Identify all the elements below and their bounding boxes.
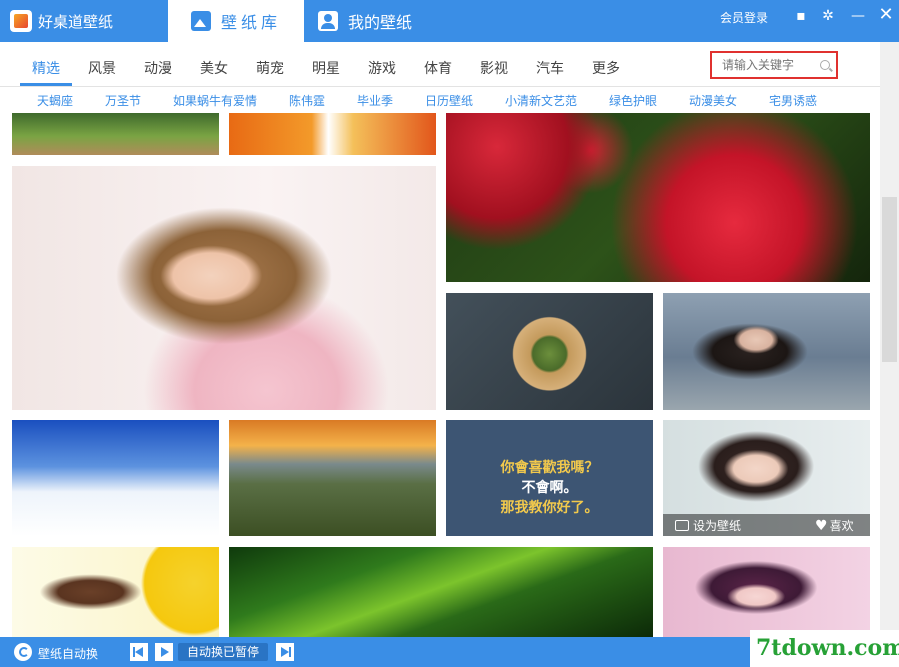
search-input[interactable]	[722, 53, 822, 77]
wallpaper-thumbnail-anime-girl[interactable]	[663, 547, 870, 637]
app-title: 好桌道壁纸	[38, 12, 114, 31]
tag-link[interactable]: 万圣节	[105, 92, 141, 109]
tag-link[interactable]: 动漫美女	[689, 92, 737, 109]
next-icon[interactable]	[276, 643, 294, 661]
tab-label: 壁纸库	[220, 13, 281, 32]
previous-icon[interactable]	[130, 643, 148, 661]
category-featured[interactable]: 精选	[32, 58, 60, 78]
picture-icon	[190, 11, 211, 31]
gear-icon[interactable]: ✲	[820, 8, 836, 24]
logo-icon	[10, 10, 32, 32]
watermark-text: 7tdown.com	[756, 635, 899, 661]
picture-icon	[675, 520, 689, 531]
wallpaper-thumbnail-orange-cartoon[interactable]	[229, 113, 436, 155]
tag-link[interactable]: 日历壁纸	[425, 92, 473, 109]
wallpaper-thumbnail-quote[interactable]: 你會喜歡我嗎？ 不會啊。 那我教你好了。	[446, 420, 653, 536]
category-film[interactable]: 影视	[480, 58, 508, 78]
wallpaper-thumbnail-mountain-sunset[interactable]	[229, 420, 436, 536]
wallpaper-thumbnail-red-flowers[interactable]	[446, 113, 870, 282]
auto-change-icon[interactable]	[14, 643, 32, 661]
wallpaper-thumbnail-anime-lemons[interactable]	[12, 547, 219, 637]
tab-wallpaper-library[interactable]: 壁纸库	[168, 0, 304, 42]
heart-icon: ♥	[815, 518, 828, 534]
category-games[interactable]: 游戏	[368, 58, 396, 78]
wallpaper-thumbnail-food-plate[interactable]	[446, 293, 653, 410]
category-beauty[interactable]: 美女	[200, 58, 228, 78]
quote-line: 不會啊。	[521, 480, 578, 496]
wallpaper-thumbnail-beach-girl[interactable]	[663, 293, 870, 410]
wallpaper-grid: 你會喜歡我嗎？ 不會啊。 那我教你好了。 设为壁纸 ♥ 喜欢	[0, 113, 880, 637]
quote-text: 你會喜歡我嗎？ 不會啊。 那我教你好了。	[446, 458, 653, 518]
tag-link[interactable]: 小清新文艺范	[505, 92, 577, 109]
scrollbar[interactable]	[880, 42, 899, 637]
category-pets[interactable]: 萌宠	[256, 58, 284, 78]
category-sports[interactable]: 体育	[424, 58, 452, 78]
wallpaper-hover-bar: 设为壁纸 ♥ 喜欢	[663, 514, 870, 536]
like-button[interactable]: ♥ 喜欢	[815, 517, 854, 534]
tag-link[interactable]: 如果蜗牛有爱情	[173, 92, 257, 109]
quote-line: 你會喜歡我嗎？	[500, 460, 599, 476]
search-icon[interactable]	[820, 60, 830, 70]
auto-change-label[interactable]: 壁纸自动换	[38, 645, 98, 662]
search-box[interactable]	[710, 51, 838, 79]
scrollbar-thumb[interactable]	[882, 197, 897, 362]
wallpaper-thumbnail-green-grass[interactable]	[229, 547, 653, 637]
set-wallpaper-button[interactable]: 设为壁纸	[675, 517, 741, 534]
quote-line: 那我教你好了。	[500, 500, 599, 516]
wallpaper-thumbnail-girl-portrait[interactable]	[12, 166, 436, 410]
tag-link[interactable]: 绿色护眼	[609, 92, 657, 109]
tag-link[interactable]: 宅男诱惑	[769, 92, 817, 109]
wallpaper-thumbnail-forest-path[interactable]	[12, 113, 219, 155]
app-logo: 好桌道壁纸	[10, 9, 113, 33]
login-link[interactable]: 会员登录	[720, 9, 768, 26]
site-watermark: 7tdown.com	[750, 630, 899, 667]
tab-label: 我的壁纸	[348, 13, 413, 32]
title-bar: 好桌道壁纸 壁纸库 我的壁纸 会员登录 ▪ ✲ — ✕	[0, 0, 899, 42]
wallpaper-thumbnail-asian-girl[interactable]: 设为壁纸 ♥ 喜欢	[663, 420, 870, 536]
user-icon	[318, 11, 338, 31]
wallpaper-thumbnail-snow-trees[interactable]	[12, 420, 219, 536]
chat-icon[interactable]: ▪	[793, 8, 809, 24]
auto-change-status: 自动换已暂停	[178, 643, 268, 661]
close-icon[interactable]: ✕	[878, 4, 894, 25]
category-scenery[interactable]: 风景	[88, 58, 116, 78]
tag-link[interactable]: 毕业季	[357, 92, 393, 109]
active-tab-underline	[20, 83, 72, 86]
set-wallpaper-label: 设为壁纸	[693, 519, 742, 533]
tab-my-wallpaper[interactable]: 我的壁纸	[318, 0, 448, 42]
like-label: 喜欢	[829, 519, 854, 533]
minimize-icon[interactable]: —	[850, 8, 866, 24]
tag-link[interactable]: 陈伟霆	[289, 92, 325, 109]
category-more[interactable]: 更多	[592, 58, 620, 78]
tag-bar: 天蝎座 万圣节 如果蜗牛有爱情 陈伟霆 毕业季 日历壁纸 小清新文艺范 绿色护眼…	[0, 87, 880, 113]
tag-link[interactable]: 天蝎座	[37, 92, 73, 109]
category-stars[interactable]: 明星	[312, 58, 340, 78]
play-icon[interactable]	[155, 643, 173, 661]
category-cars[interactable]: 汽车	[536, 58, 564, 78]
category-anime[interactable]: 动漫	[144, 58, 172, 78]
